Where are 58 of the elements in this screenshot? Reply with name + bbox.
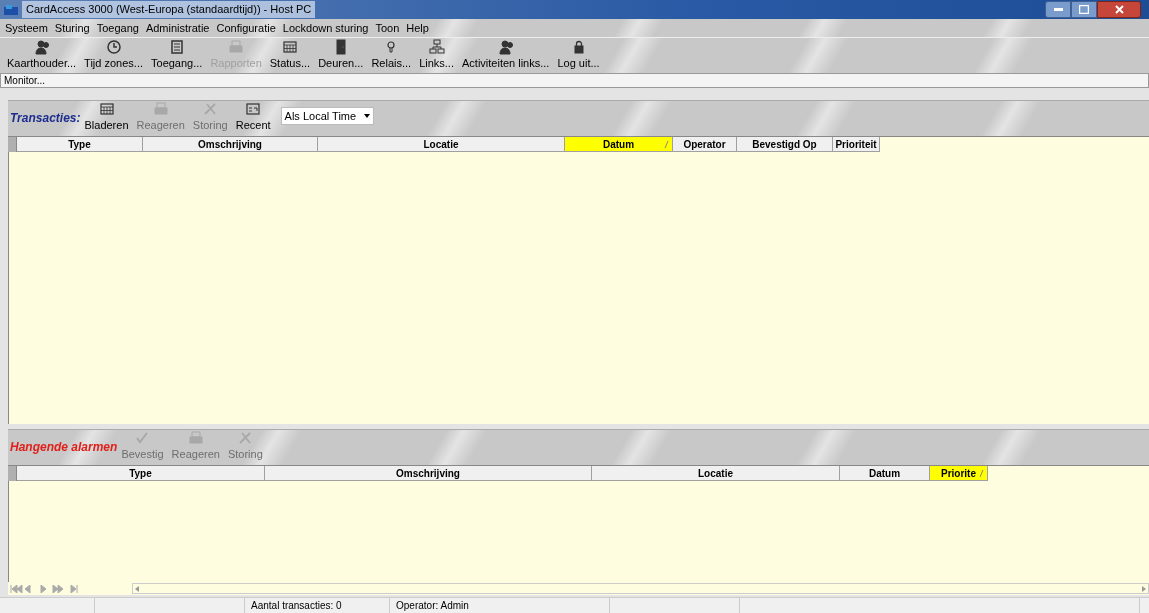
- menu-item[interactable]: Sturing: [54, 19, 90, 37]
- minimize-button[interactable]: [1045, 1, 1071, 18]
- toolbar-button[interactable]: Toegang...: [147, 38, 207, 71]
- panel-title: Transacties:: [9, 110, 81, 127]
- toolbar-button[interactable]: Log uit...: [553, 38, 604, 71]
- toolbar-button[interactable]: Relais...: [367, 38, 416, 71]
- close-button[interactable]: [1097, 1, 1141, 18]
- close-icon: [1114, 5, 1124, 14]
- screen-icon: [245, 100, 262, 117]
- column-header[interactable]: Omschrijving: [143, 137, 318, 152]
- toolbar-button[interactable]: Recent: [231, 100, 275, 133]
- dropdown-caret-icon: [364, 114, 371, 118]
- toolbar-button[interactable]: Tijd zones...: [80, 38, 147, 71]
- column-header[interactable]: Datum: [565, 137, 673, 152]
- status-text: Operator: Admin: [390, 598, 610, 613]
- menu-item[interactable]: Toon: [375, 19, 400, 37]
- people-icon: [497, 38, 514, 55]
- column-header[interactable]: Type: [17, 466, 265, 481]
- scroll-right-icon: [1142, 585, 1146, 592]
- people-icon: [33, 38, 50, 55]
- toolbar-button[interactable]: Status...: [265, 38, 315, 71]
- column-header[interactable]: Bevestigd Op: [737, 137, 833, 152]
- panel-title: Hangende alarmen: [9, 439, 118, 456]
- column-header[interactable]: Locatie: [318, 137, 565, 152]
- column-header[interactable]: Locatie: [592, 466, 840, 481]
- menu-item[interactable]: Lockdown sturing: [282, 19, 369, 37]
- column-header[interactable]: Priorite: [930, 466, 988, 481]
- monitor-field[interactable]: Monitor...: [0, 73, 1149, 88]
- calendar-grid-icon: [281, 38, 298, 55]
- status-text: Aantal transacties: 0: [245, 598, 390, 613]
- column-header[interactable]: Omschrijving: [265, 466, 592, 481]
- printer-icon: [228, 38, 245, 55]
- menu-item[interactable]: Toegang: [96, 19, 139, 37]
- time-select[interactable]: Als Local Time: [280, 107, 375, 125]
- minimize-icon: [1053, 8, 1063, 11]
- maximize-button[interactable]: [1071, 1, 1097, 18]
- clock-icon: [105, 38, 122, 55]
- column-header[interactable]: Operator: [673, 137, 737, 152]
- column-header[interactable]: Type: [17, 137, 143, 152]
- menu-item[interactable]: Systeem: [5, 19, 48, 37]
- toolbar-button[interactable]: Kaarthouder...: [3, 38, 81, 71]
- column-header[interactable]: Prioriteit: [833, 137, 880, 152]
- window-title: CardAccess 3000 (West-Europa (standaardtijd)) - Host PC: [22, 1, 316, 18]
- horizontal-scrollbar[interactable]: [132, 583, 1149, 594]
- app-icon: [4, 3, 18, 16]
- toolbar-button[interactable]: Bladeren: [80, 100, 133, 133]
- restore-icon: [1079, 5, 1089, 14]
- toolbar-button[interactable]: Activiteiten links...: [458, 38, 554, 71]
- document-icon: [168, 38, 185, 55]
- scroll-left-icon: [135, 585, 139, 592]
- menu-item[interactable]: Help: [406, 19, 429, 37]
- menu-item[interactable]: Administratie: [145, 19, 210, 37]
- column-header[interactable]: Datum: [840, 466, 930, 481]
- network-icon: [428, 38, 445, 55]
- toolbar-button[interactable]: Links...: [415, 38, 458, 71]
- calendar-grid-icon: [98, 100, 115, 117]
- menu-item[interactable]: Configuratie: [216, 19, 276, 37]
- toolbar-button[interactable]: Deuren...: [314, 38, 368, 71]
